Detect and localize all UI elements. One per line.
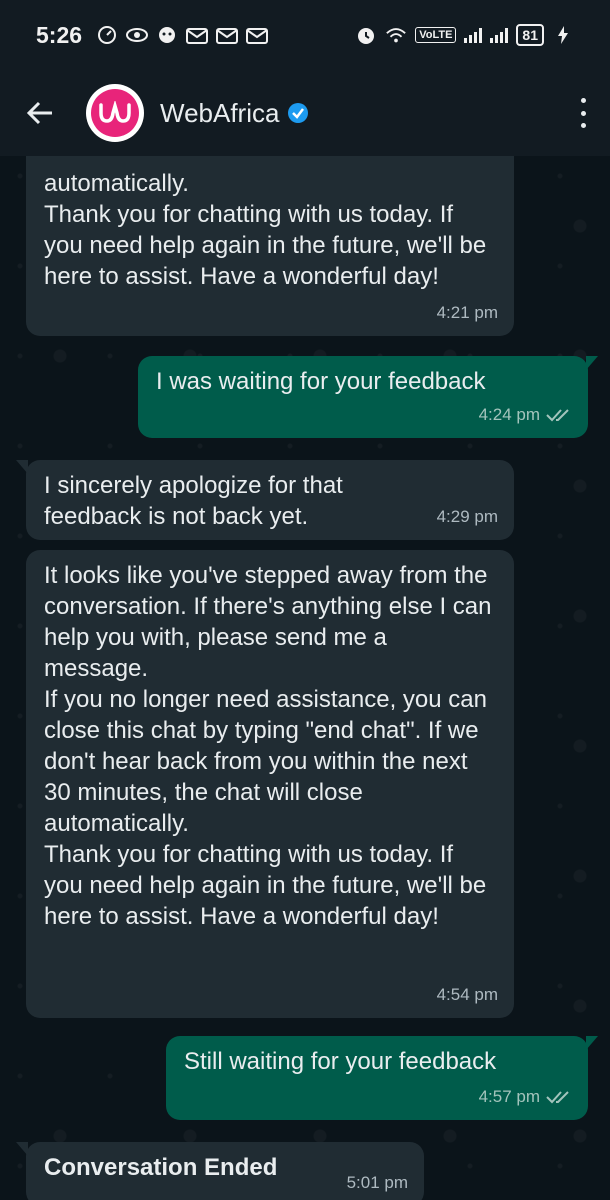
message-bubble[interactable]: automatically. Thank you for chatting wi… [26, 156, 514, 336]
message-time: 4:29 pm [436, 507, 498, 526]
message-text: I was waiting for your feedback [156, 368, 486, 395]
read-ticks-icon [546, 408, 569, 421]
message-time: 4:54 pm [436, 985, 498, 1004]
speed-icon [96, 25, 118, 45]
verified-icon [288, 103, 309, 123]
message-time: 5:01 pm [346, 1173, 408, 1192]
status-time: 5:26 [36, 21, 83, 48]
contact-name[interactable]: WebAfrica [160, 98, 279, 129]
volte-badge: VoLTE [415, 27, 457, 43]
charging-icon [552, 25, 574, 45]
signal-icon [490, 27, 509, 43]
message-text: Still waiting for your feedback [184, 1048, 497, 1075]
app-icon [156, 25, 178, 45]
message-bubble[interactable]: I was waiting for your feedback 4:24 pm [138, 356, 598, 438]
read-ticks-icon [546, 1090, 569, 1103]
message-text: It looks like you've stepped away from t… [44, 562, 492, 930]
message-text: I sincerely apologize for that feedback … [44, 472, 350, 530]
status-bar: 5:26 VoLTE 81 [0, 0, 610, 70]
message-time: 4:24 pm [478, 405, 540, 424]
webafrica-logo-icon [91, 89, 139, 137]
signal-icon [464, 27, 483, 43]
chat-header: WebAfrica [0, 70, 610, 156]
message-bubble[interactable]: Conversation Ended 5:01 pm [16, 1142, 424, 1200]
wifi-icon [385, 25, 407, 45]
avatar[interactable] [86, 84, 144, 142]
back-arrow-icon[interactable] [20, 93, 60, 133]
message-bubble[interactable]: I sincerely apologize for that feedback … [16, 460, 514, 540]
battery-level: 81 [516, 24, 544, 46]
more-options-icon[interactable] [578, 98, 588, 128]
message-time: 4:57 pm [478, 1087, 540, 1106]
chat-area[interactable]: automatically. Thank you for chatting wi… [0, 156, 610, 1200]
message-bubble[interactable]: It looks like you've stepped away from t… [26, 550, 514, 1018]
mail-icon [246, 25, 269, 45]
eye-icon [126, 25, 149, 45]
mail-icon [186, 25, 209, 45]
message-text: automatically. Thank you for chatting wi… [44, 170, 487, 290]
alarm-icon [355, 25, 377, 45]
message-bubble[interactable]: Still waiting for your feedback 4:57 pm [166, 1036, 598, 1120]
message-time: 4:21 pm [436, 303, 498, 322]
mail-icon [216, 25, 239, 45]
